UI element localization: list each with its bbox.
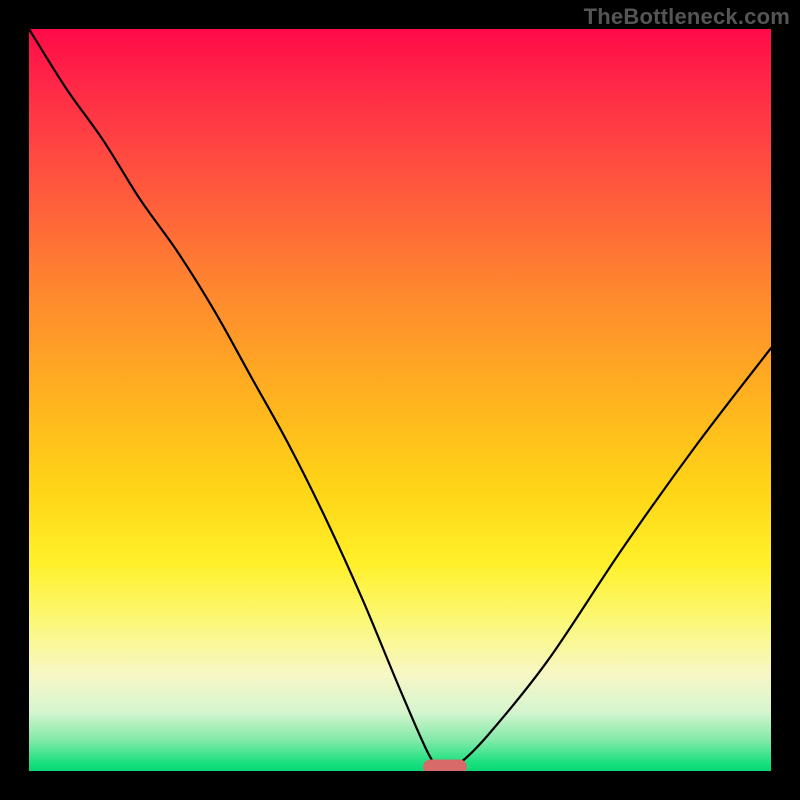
watermark-text: TheBottleneck.com — [584, 4, 790, 30]
bottleneck-curve — [29, 29, 771, 771]
plot-area — [29, 29, 771, 771]
chart-frame: TheBottleneck.com — [0, 0, 800, 800]
optimum-marker — [423, 760, 467, 772]
